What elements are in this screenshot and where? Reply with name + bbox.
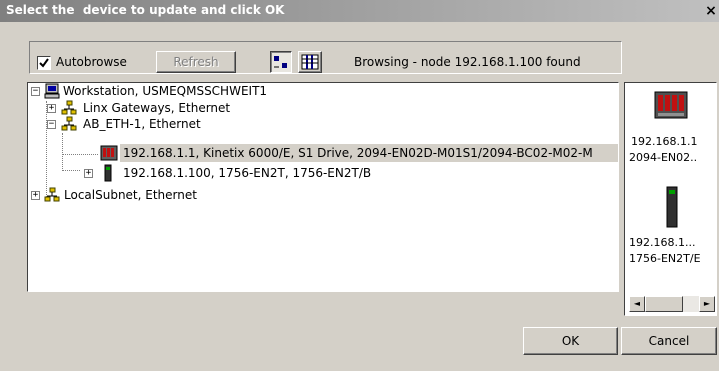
network-icon: [61, 100, 77, 115]
side-item-line2: 2094-EN02..: [629, 151, 698, 164]
scroll-thumb[interactable]: [645, 296, 683, 312]
autobrowse-label[interactable]: Autobrowse: [56, 55, 127, 69]
drive-icon: [100, 145, 118, 161]
tree-node-localsubnet[interactable]: + LocalSubnet, Ethernet: [28, 187, 618, 203]
module-icon: [666, 186, 678, 228]
tree-node-label: AB_ETH-1, Ethernet: [83, 117, 201, 131]
browse-status-text: Browsing - node 192.168.1.100 found: [354, 55, 581, 69]
tree-node-label: 192.168.1.1, Kinetix 6000/E, S1 Drive, 2…: [123, 146, 593, 160]
module-icon: [104, 164, 112, 182]
side-item-drive[interactable]: 192.168.1.1 2094-EN02..: [625, 83, 716, 183]
device-tree[interactable]: − Workstation, USMEQMSSCHWEIT1 + Linx Ga…: [27, 82, 619, 292]
collapse-icon[interactable]: −: [47, 120, 56, 129]
collapse-icon[interactable]: −: [31, 87, 40, 96]
window-title: Select the device to update and click OK: [6, 3, 285, 17]
workstation-icon: [44, 83, 60, 99]
ok-button[interactable]: OK: [523, 327, 618, 355]
drive-icon: [654, 91, 688, 119]
scroll-right-icon[interactable]: ►: [699, 296, 715, 312]
tree-node-label: 192.168.1.100, 1756-EN2T, 1756-EN2T/B: [123, 166, 372, 180]
tree-node-label: LocalSubnet, Ethernet: [64, 188, 197, 202]
side-item-module[interactable]: 192.168.1... 1756-EN2T/E: [625, 178, 716, 288]
expand-icon[interactable]: +: [84, 169, 93, 178]
tree-node-label: Linx Gateways, Ethernet: [83, 101, 231, 115]
large-icons-view-button[interactable]: [298, 51, 322, 73]
large-icons-view-icon: [301, 54, 319, 70]
cancel-button[interactable]: Cancel: [621, 327, 717, 355]
network-icon: [44, 187, 60, 202]
close-icon[interactable]: ×: [703, 4, 719, 18]
expand-icon[interactable]: +: [47, 104, 56, 113]
side-item-line2: 1756-EN2T/E: [629, 252, 701, 265]
horizontal-scrollbar[interactable]: ◄ ►: [629, 296, 715, 312]
network-icon: [61, 116, 77, 131]
tree-node-1756-en2t[interactable]: + 192.168.1.100, 1756-EN2T, 1756-EN2T/B: [28, 164, 618, 182]
expand-icon[interactable]: +: [31, 191, 40, 200]
tree-node-ab-eth-1[interactable]: − AB_ETH-1, Ethernet: [28, 116, 618, 132]
side-item-line1: 192.168.1...: [629, 236, 696, 249]
tree-node-kinetix-drive[interactable]: 192.168.1.1, Kinetix 6000/E, S1 Drive, 2…: [28, 144, 618, 162]
small-icons-view-button[interactable]: [270, 51, 292, 73]
scroll-left-icon[interactable]: ◄: [629, 296, 645, 312]
refresh-button[interactable]: Refresh: [156, 51, 236, 73]
tree-node-label: Workstation, USMEQMSSCHWEIT1: [63, 84, 268, 98]
checkmark-icon: [39, 58, 49, 68]
small-icons-view-icon: [274, 56, 287, 68]
tree-node-linx-gateways[interactable]: + Linx Gateways, Ethernet: [28, 100, 618, 116]
device-icon-panel[interactable]: 192.168.1.1 2094-EN02.. 192.168.1... 175…: [624, 82, 717, 316]
tree-node-workstation[interactable]: − Workstation, USMEQMSSCHWEIT1: [28, 83, 618, 99]
side-item-line1: 192.168.1.1: [631, 135, 698, 148]
autobrowse-checkbox[interactable]: [37, 56, 51, 70]
title-bar: Select the device to update and click OK…: [0, 0, 719, 22]
